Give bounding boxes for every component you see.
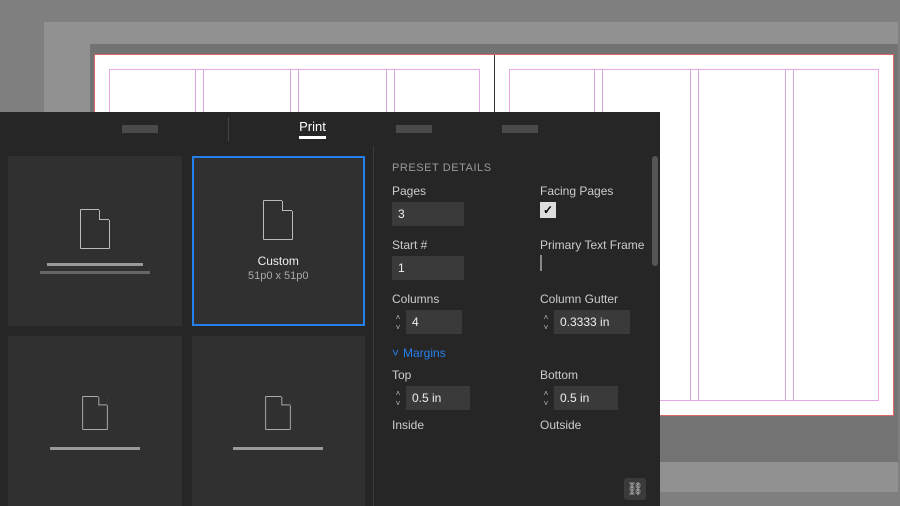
facing-pages-checkbox[interactable]: ✓	[540, 202, 556, 218]
columns-input[interactable]	[406, 310, 462, 334]
start-input[interactable]	[392, 256, 464, 280]
preset-grid: Custom 51p0 x 51p0	[0, 146, 373, 506]
inside-margin-label: Inside	[392, 418, 500, 432]
columns-label: Columns	[392, 292, 500, 306]
gutter-stepper[interactable]: ˄˅	[540, 312, 552, 332]
facing-pages-label: Facing Pages	[540, 184, 648, 198]
chevron-up-icon: ˄	[540, 312, 552, 322]
pages-label: Pages	[392, 184, 500, 198]
scrollbar[interactable]	[652, 156, 658, 266]
gutter-label: Column Gutter	[540, 292, 648, 306]
tab-placeholder[interactable]	[122, 125, 158, 133]
chevron-down-icon: ˅	[540, 322, 552, 332]
preset-card[interactable]	[192, 336, 366, 506]
chevron-down-icon: ˅	[540, 398, 552, 408]
bottom-margin-input[interactable]	[554, 386, 618, 410]
preset-details-panel: PRESET DETAILS Pages Facing Pages ✓ Star…	[373, 146, 660, 506]
preset-dimensions: 51p0 x 51p0	[248, 270, 309, 282]
chevron-up-icon: ˄	[392, 388, 404, 398]
tab-placeholder[interactable]	[396, 125, 432, 133]
top-stepper[interactable]: ˄˅	[392, 388, 404, 408]
outside-margin-label: Outside	[540, 418, 648, 432]
chevron-down-icon: ˅	[392, 322, 404, 332]
tab-placeholder[interactable]	[502, 125, 538, 133]
margins-disclosure[interactable]: ˅ Margins	[392, 346, 648, 360]
new-document-dialog: Print Custom 51p0 x 51p0	[0, 112, 660, 506]
section-heading: PRESET DETAILS	[392, 162, 648, 174]
chevron-down-icon: ˅	[392, 346, 399, 360]
pages-input[interactable]	[392, 202, 464, 226]
primary-text-frame-checkbox[interactable]	[540, 255, 542, 271]
top-margin-input[interactable]	[406, 386, 470, 410]
page-icon	[80, 209, 110, 249]
chevron-up-icon: ˄	[540, 388, 552, 398]
bottom-stepper[interactable]: ˄˅	[540, 388, 552, 408]
tab-print[interactable]: Print	[299, 119, 326, 139]
preset-card-selected[interactable]: Custom 51p0 x 51p0	[192, 156, 366, 326]
page-icon	[263, 200, 293, 240]
top-margin-label: Top	[392, 368, 500, 382]
divider	[228, 117, 229, 141]
link-icon: ⛓	[627, 481, 644, 497]
columns-stepper[interactable]: ˄˅	[392, 312, 404, 332]
preset-card[interactable]	[8, 336, 182, 506]
bottom-margin-label: Bottom	[540, 368, 648, 382]
chevron-up-icon: ˄	[392, 312, 404, 322]
page-icon	[266, 396, 292, 430]
preset-card[interactable]	[8, 156, 182, 326]
gutter-input[interactable]	[554, 310, 630, 334]
primary-text-frame-label: Primary Text Frame	[540, 238, 648, 252]
link-margins-button[interactable]: ⛓	[624, 478, 646, 500]
chevron-down-icon: ˅	[392, 398, 404, 408]
preset-label: Custom	[258, 254, 299, 268]
page-icon	[82, 396, 108, 430]
start-label: Start #	[392, 238, 500, 252]
category-tabs: Print	[0, 112, 660, 146]
